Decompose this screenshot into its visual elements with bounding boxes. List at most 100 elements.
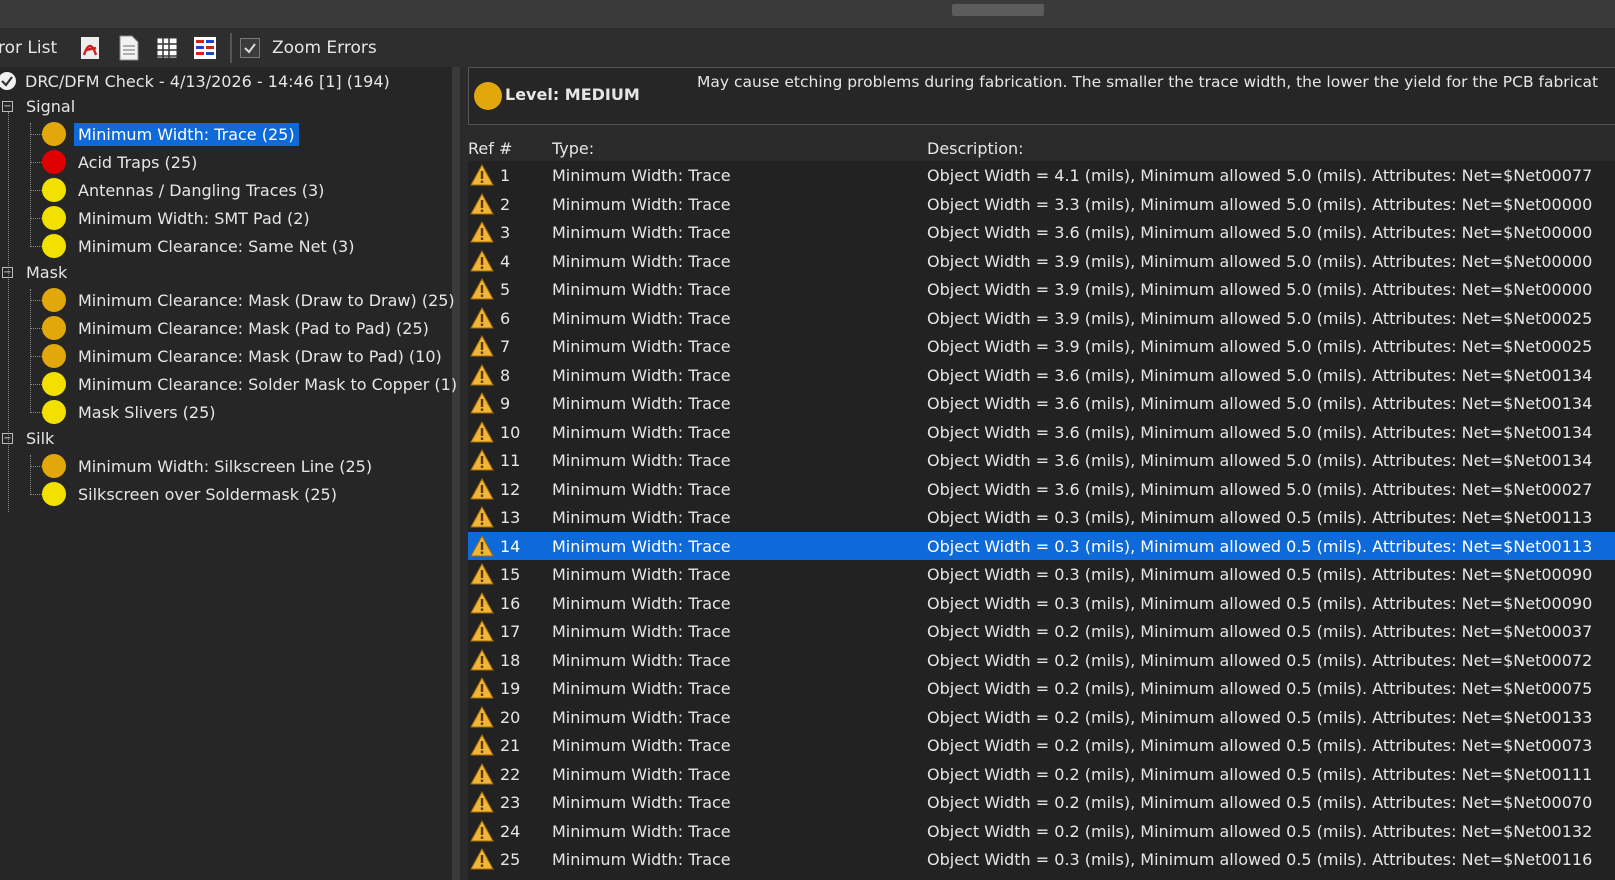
- tree-guide: [8, 112, 9, 512]
- tree-item-label: Minimum Clearance: Mask (Draw to Draw) (…: [78, 290, 455, 310]
- row-description: Object Width = 0.2 (mils), Minimum allow…: [927, 622, 1593, 641]
- table-row[interactable]: 21 Minimum Width: Trace Object Width = 0.2…: [468, 731, 1615, 760]
- row-type: Minimum Width: Trace: [552, 394, 731, 413]
- panel-drag-bar[interactable]: [0, 0, 1615, 28]
- tree-item[interactable]: Minimum Clearance: Mask (Draw to Draw) (…: [42, 286, 459, 314]
- row-type: Minimum Width: Trace: [552, 536, 731, 556]
- export-pdf-button[interactable]: [76, 33, 106, 63]
- tree-guide: [30, 455, 31, 495]
- tree-group-label: Silk: [26, 428, 55, 448]
- tree-item[interactable]: Minimum Clearance: Same Net (3): [42, 232, 358, 260]
- table-row[interactable]: 22 Minimum Width: Trace Object Width = 0.2…: [468, 760, 1615, 789]
- row-ref: 13: [500, 508, 521, 527]
- tree-item[interactable]: Minimum Clearance: Mask (Pad to Pad) (25…: [42, 314, 433, 342]
- row-type: Minimum Width: Trace: [552, 251, 731, 271]
- row-description: Object Width = 0.2 (mils), Minimum allow…: [927, 650, 1593, 670]
- tree-item[interactable]: Acid Traps (25): [42, 148, 201, 176]
- table-row[interactable]: 17 Minimum Width: Trace Object Width = 0.2…: [468, 617, 1615, 646]
- tree-item[interactable]: Minimum Clearance: Mask (Draw to Pad) (1…: [42, 342, 446, 370]
- export-report-button[interactable]: [190, 33, 220, 63]
- tree-guide: [30, 289, 31, 413]
- toolbar: ror List Zoom Errors: [0, 28, 1615, 67]
- table-row[interactable]: 8 Minimum Width: Trace Object Width = 3.6 …: [468, 361, 1615, 390]
- row-type: Minimum Width: Trace: [552, 365, 731, 385]
- row-type: Minimum Width: Trace: [552, 308, 731, 328]
- table-row[interactable]: 18 Minimum Width: Trace Object Width = 0.2…: [468, 646, 1615, 675]
- row-type: Minimum Width: Trace: [552, 508, 731, 527]
- tree-item[interactable]: Minimum Width: Silkscreen Line (25): [42, 452, 376, 480]
- row-type: Minimum Width: Trace: [552, 337, 731, 356]
- level-info-box: Level: MEDIUM May cause etching problems…: [468, 67, 1615, 125]
- tree-group-silk[interactable]: Silk: [26, 424, 54, 452]
- table-row[interactable]: 6 Minimum Width: Trace Object Width = 3.9 …: [468, 304, 1615, 333]
- tree-root[interactable]: DRC/DFM Check - 4/13/2026 - 14:46 [1] (1…: [0, 67, 390, 95]
- warning-icon: [470, 733, 494, 760]
- table-row[interactable]: 24 Minimum Width: Trace Object Width = 0.2…: [468, 817, 1615, 846]
- row-description: Object Width = 3.6 (mils), Minimum allow…: [927, 422, 1593, 442]
- export-spreadsheet-button[interactable]: [152, 33, 182, 63]
- error-table[interactable]: Ref # Type: Description: 1 Minimum Width:…: [468, 133, 1615, 880]
- tree-item[interactable]: Minimum Width: SMT Pad (2): [42, 204, 314, 232]
- tree-group-signal[interactable]: Signal: [26, 92, 75, 120]
- severity-medium-icon: [474, 82, 502, 110]
- error-tree[interactable]: DRC/DFM Check - 4/13/2026 - 14:46 [1] (1…: [0, 67, 460, 880]
- table-row[interactable]: 13 Minimum Width: Trace Object Width = 0.3…: [468, 503, 1615, 532]
- collapse-mask-toggle[interactable]: −: [2, 267, 13, 278]
- drag-grip[interactable]: [952, 4, 1044, 16]
- panel-title: ror List: [0, 37, 58, 58]
- row-type: Minimum Width: Trace: [552, 793, 731, 812]
- severity-medium-icon: [42, 344, 66, 368]
- table-row[interactable]: 1 Minimum Width: Trace Object Width = 4.1 …: [468, 161, 1615, 190]
- warning-icon: [470, 249, 494, 276]
- table-row[interactable]: 10 Minimum Width: Trace Object Width = 3.6…: [468, 418, 1615, 447]
- table-row[interactable]: 16 Minimum Width: Trace Object Width = 0.3…: [468, 589, 1615, 618]
- row-ref: 2: [500, 194, 511, 214]
- tree-item[interactable]: Antennas / Dangling Traces (3): [42, 176, 328, 204]
- table-row[interactable]: 23 Minimum Width: Trace Object Width = 0.2…: [468, 788, 1615, 817]
- tree-group-mask[interactable]: Mask: [26, 258, 67, 286]
- row-description: Object Width = 0.2 (mils), Minimum allow…: [927, 679, 1593, 698]
- tree-item[interactable]: Minimum Width: Trace (25): [42, 120, 299, 148]
- tree-item[interactable]: Mask Slivers (25): [42, 398, 220, 426]
- tree-guide: [30, 123, 31, 247]
- column-header-type[interactable]: Type:: [552, 139, 594, 158]
- export-text-button[interactable]: [114, 33, 144, 63]
- level-description: May cause etching problems during fabric…: [697, 73, 1599, 91]
- row-description: Object Width = 3.6 (mils), Minimum allow…: [927, 223, 1593, 242]
- warning-icon: [470, 648, 494, 675]
- table-row[interactable]: 20 Minimum Width: Trace Object Width = 0.2…: [468, 703, 1615, 732]
- tree-item[interactable]: Silkscreen over Soldermask (25): [42, 480, 341, 508]
- collapse-signal-toggle[interactable]: −: [2, 101, 13, 112]
- zoom-errors-checkbox[interactable]: [240, 37, 260, 58]
- row-ref: 23: [500, 793, 521, 812]
- row-ref: 1: [500, 166, 511, 185]
- row-type: Minimum Width: Trace: [552, 223, 731, 242]
- table-row[interactable]: 15 Minimum Width: Trace Object Width = 0.3…: [468, 560, 1615, 589]
- tree-item-label: Minimum Clearance: Mask (Draw to Pad) (1…: [78, 346, 442, 366]
- table-row[interactable]: 7 Minimum Width: Trace Object Width = 3.9 …: [468, 332, 1615, 361]
- table-row[interactable]: 19 Minimum Width: Trace Object Width = 0.2…: [468, 674, 1615, 703]
- table-row[interactable]: 12 Minimum Width: Trace Object Width = 3.6…: [468, 475, 1615, 504]
- table-row[interactable]: 25 Minimum Width: Trace Object Width = 0.3…: [468, 845, 1615, 874]
- column-header-description[interactable]: Description:: [927, 139, 1024, 158]
- table-row[interactable]: 14 Minimum Width: Trace Object Width = 0.3…: [468, 531, 1615, 560]
- table-row[interactable]: 4 Minimum Width: Trace Object Width = 3.9 …: [468, 247, 1615, 276]
- tree-item-label: Antennas / Dangling Traces (3): [78, 180, 325, 200]
- row-description: Object Width = 3.6 (mils), Minimum allow…: [927, 394, 1593, 413]
- table-row[interactable]: 5 Minimum Width: Trace Object Width = 3.9 …: [468, 275, 1615, 304]
- row-type: Minimum Width: Trace: [552, 422, 731, 442]
- warning-icon: [470, 591, 494, 618]
- table-row[interactable]: 2 Minimum Width: Trace Object Width = 3.3 …: [468, 190, 1615, 219]
- row-description: Object Width = 4.1 (mils), Minimum allow…: [927, 166, 1593, 185]
- table-row[interactable]: 11 Minimum Width: Trace Object Width = 3.6…: [468, 446, 1615, 475]
- table-row[interactable]: 3 Minimum Width: Trace Object Width = 3.6 …: [468, 218, 1615, 247]
- table-row[interactable]: 9 Minimum Width: Trace Object Width = 3.6 …: [468, 389, 1615, 418]
- tree-group-label: Signal: [26, 96, 76, 116]
- collapse-silk-toggle[interactable]: −: [2, 433, 13, 444]
- row-ref: 25: [500, 850, 521, 869]
- column-header-ref[interactable]: Ref #: [468, 139, 512, 158]
- warning-icon: [470, 220, 494, 247]
- row-description: Object Width = 0.3 (mils), Minimum allow…: [927, 565, 1593, 584]
- row-description: Object Width = 3.9 (mils), Minimum allow…: [927, 308, 1593, 328]
- tree-item[interactable]: Minimum Clearance: Solder Mask to Copper…: [42, 370, 461, 398]
